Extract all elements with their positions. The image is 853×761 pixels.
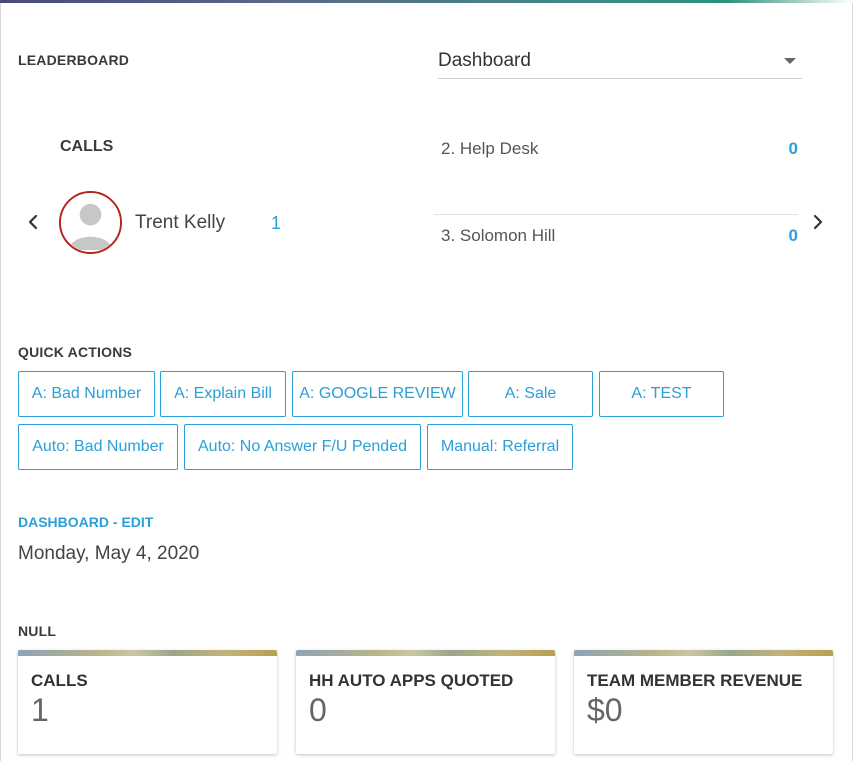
rank-count: 0 — [788, 139, 798, 158]
stat-card-hh-auto-apps-quoted: HH AUTO APPS QUOTED 0 — [296, 650, 555, 754]
quick-action-explain-bill-button[interactable]: A: Explain Bill — [160, 371, 286, 417]
quick-actions-label: QUICK ACTIONS — [18, 344, 133, 360]
stat-card-title: HH AUTO APPS QUOTED — [309, 671, 514, 690]
chevron-left-icon[interactable] — [23, 212, 43, 232]
quick-action-auto-bad-number-button[interactable]: Auto: Bad Number — [18, 424, 178, 470]
leaderboard-label: LEADERBOARD — [18, 52, 130, 68]
leader-name: Trent Kelly — [135, 212, 226, 233]
rank-divider — [434, 214, 798, 215]
avatar — [59, 191, 122, 254]
rank-row: 3. Solomon Hill 0 — [434, 218, 798, 258]
user-placeholder-icon — [61, 193, 120, 252]
stat-card-value: $0 — [587, 692, 623, 728]
stat-card-value: 0 — [309, 692, 327, 728]
dashboard-edit-link[interactable]: DASHBOARD - EDIT — [18, 514, 153, 530]
card-accent-band — [296, 650, 555, 656]
current-date: Monday, May 4, 2020 — [18, 543, 200, 564]
rank-label: 2. Help Desk — [441, 139, 539, 158]
stat-card-title: TEAM MEMBER REVENUE — [587, 671, 803, 690]
card-accent-band — [18, 650, 277, 656]
chevron-right-icon[interactable] — [808, 212, 828, 232]
quick-action-test-button[interactable]: A: TEST — [599, 371, 724, 417]
dashboard-select-value: Dashboard — [438, 50, 531, 71]
top-accent-bar — [0, 0, 853, 3]
rank-count: 0 — [788, 226, 798, 245]
leaderboard-metric-title: CALLS — [60, 138, 114, 155]
stat-card-calls: CALLS 1 — [18, 650, 277, 754]
stat-card-team-member-revenue: TEAM MEMBER REVENUE $0 — [574, 650, 833, 754]
caret-down-icon — [784, 58, 796, 64]
stats-group-label: NULL — [18, 623, 57, 639]
leader-count: 1 — [271, 213, 282, 233]
quick-action-google-review-button[interactable]: A: GOOGLE REVIEW — [292, 371, 463, 417]
quick-action-auto-no-answer-button[interactable]: Auto: No Answer F/U Pended — [184, 424, 421, 470]
card-accent-band — [574, 650, 833, 656]
stat-card-value: 1 — [31, 692, 49, 728]
quick-action-manual-referral-button[interactable]: Manual: Referral — [427, 424, 573, 470]
stat-card-title: CALLS — [31, 671, 88, 690]
rank-row: 2. Help Desk 0 — [434, 131, 798, 171]
rank-label: 3. Solomon Hill — [441, 226, 556, 245]
dashboard-select[interactable]: Dashboard — [438, 46, 802, 79]
quick-action-sale-button[interactable]: A: Sale — [468, 371, 593, 417]
quick-action-bad-number-button[interactable]: A: Bad Number — [18, 371, 155, 417]
